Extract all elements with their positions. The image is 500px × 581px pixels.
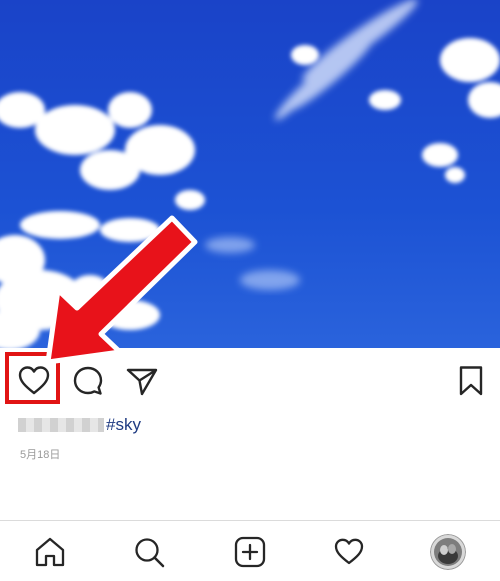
post-date: 5月18日 <box>20 449 61 461</box>
comment-bubble-icon[interactable] <box>71 364 105 398</box>
heart-outline-icon[interactable] <box>332 535 366 569</box>
home-icon[interactable] <box>33 535 67 569</box>
paper-plane-icon[interactable] <box>125 364 159 398</box>
search-icon[interactable] <box>132 535 166 569</box>
hashtag-link[interactable]: #sky <box>106 415 141 435</box>
bookmark-icon[interactable] <box>454 364 488 398</box>
avatar[interactable] <box>430 534 466 570</box>
bottom-nav <box>0 520 500 581</box>
post-image[interactable] <box>0 0 500 348</box>
post-caption: #sky <box>18 414 141 436</box>
post-action-bar <box>0 348 500 410</box>
username-blurred[interactable] <box>18 418 104 432</box>
heart-outline-icon[interactable] <box>17 364 51 398</box>
add-post-icon[interactable] <box>233 535 267 569</box>
